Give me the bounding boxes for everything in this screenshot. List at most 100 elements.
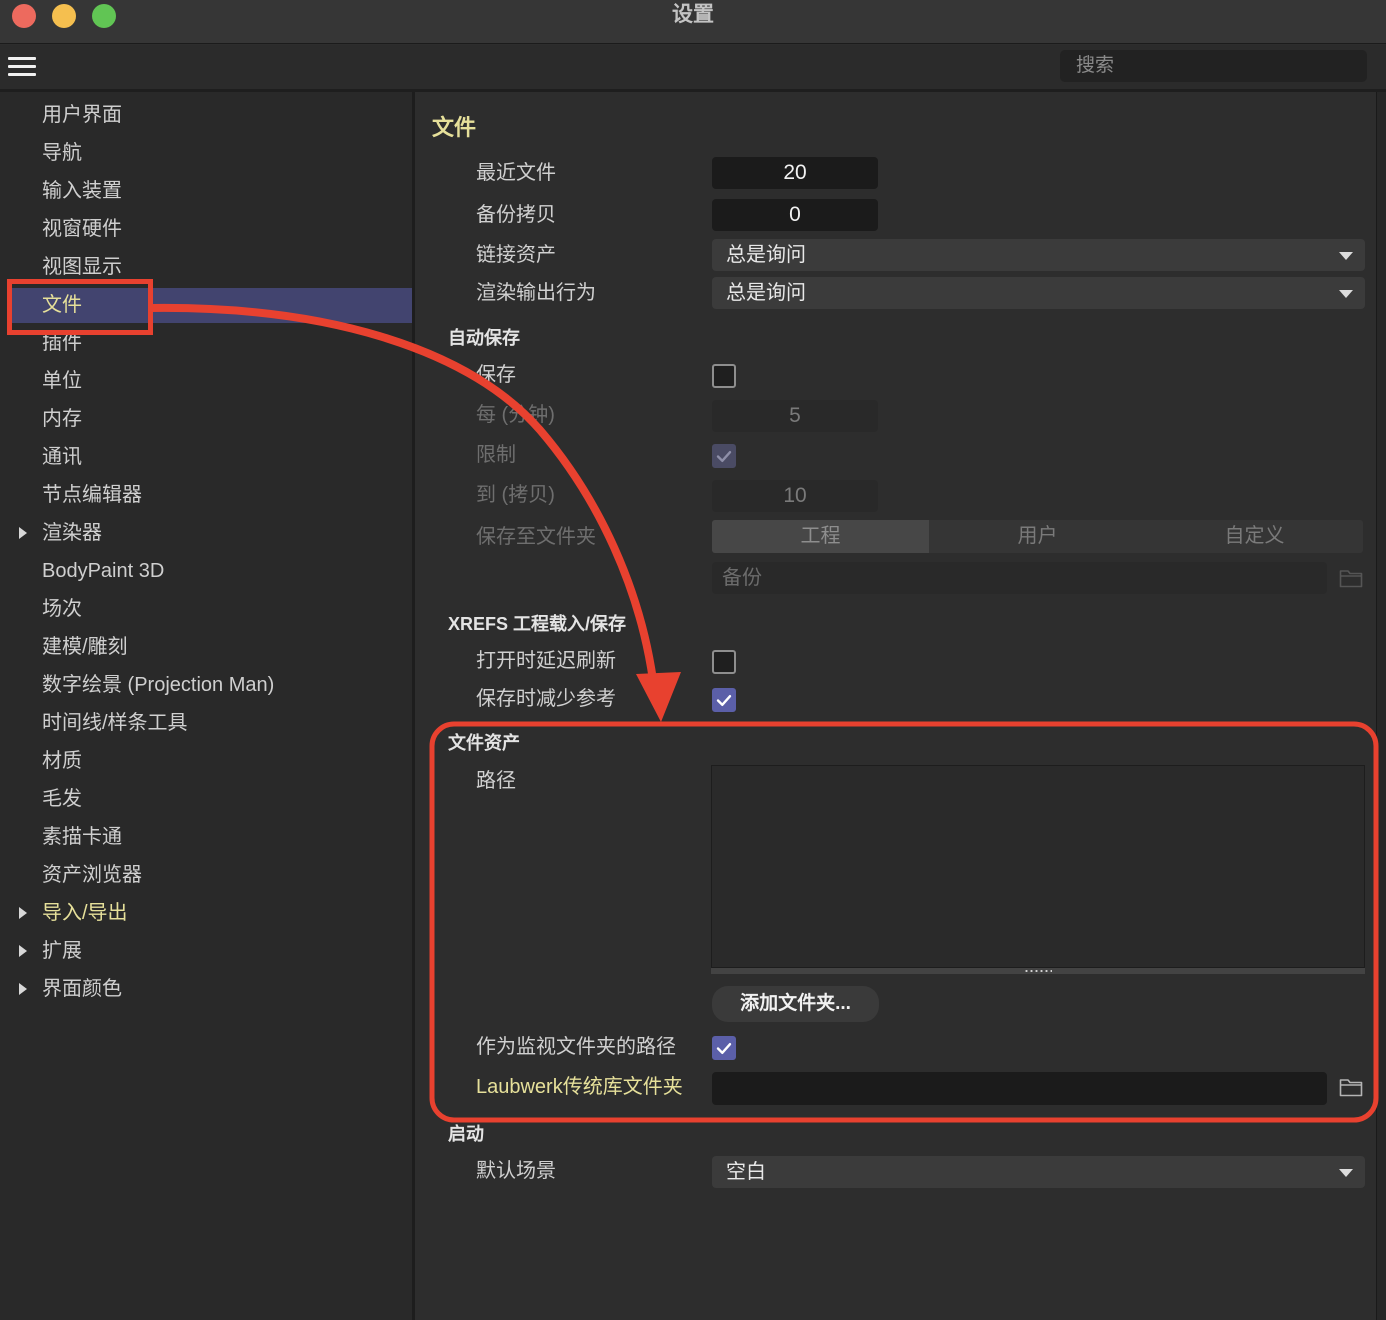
sidebar-item[interactable]: 场次	[8, 590, 412, 628]
autosave-interval-input[interactable]	[712, 400, 878, 432]
autosave-limit-label: 限制	[476, 444, 516, 466]
laubwerk-folder-label: Laubwerk传统库文件夹	[476, 1076, 683, 1098]
backup-copies-input[interactable]	[712, 199, 878, 231]
minimize-window-button[interactable]	[52, 4, 76, 28]
sidebar-item-label: 导航	[42, 142, 82, 164]
sidebar-item[interactable]: 通讯	[8, 438, 412, 476]
delay-refresh-checkbox[interactable]	[712, 650, 736, 674]
sidebar-item-label: 材质	[42, 750, 82, 772]
sidebar-item[interactable]: 扩展	[8, 932, 412, 970]
laubwerk-folder-input[interactable]	[712, 1072, 1327, 1105]
sidebar-item[interactable]: 毛发	[8, 780, 412, 818]
settings-window: 设置 用户界面导航输入装置视窗硬件视图显示文件插件单位内存通讯节点编辑器渲染器B…	[0, 0, 1386, 1320]
chevron-down-icon	[1339, 252, 1353, 260]
toolbar	[0, 45, 1386, 92]
sidebar-item[interactable]: 用户界面	[8, 96, 412, 134]
sidebar-item[interactable]: 界面颜色	[8, 970, 412, 1008]
default-scene-value: 空白	[726, 1161, 766, 1183]
autosave-max-copies-input[interactable]	[712, 480, 878, 512]
sidebar-item[interactable]: 插件	[8, 324, 412, 362]
sidebar-item-label: 内存	[42, 408, 82, 430]
sidebar-item[interactable]: 单位	[8, 362, 412, 400]
sidebar-item[interactable]: 渲染器	[8, 514, 412, 552]
hamburger-menu-icon[interactable]	[8, 56, 36, 78]
sidebar-item[interactable]: 数字绘景 (Projection Man)	[8, 666, 412, 704]
autosave-max-copies-label: 到 (拷贝)	[476, 484, 555, 506]
paths-list[interactable]	[711, 765, 1365, 968]
sidebar-item[interactable]: 导航	[8, 134, 412, 172]
render-output-label: 渲染输出行为	[476, 282, 596, 304]
recent-files-label: 最近文件	[476, 162, 556, 184]
window-title: 设置	[672, 3, 714, 26]
checkmark-icon	[716, 451, 732, 462]
reduce-refs-checkbox[interactable]	[712, 688, 736, 712]
save-to-folder-segmented: 工程 用户 自定义	[712, 520, 1363, 553]
checkmark-icon	[716, 695, 732, 706]
paths-list-resize-handle[interactable]	[711, 968, 1365, 974]
close-window-button[interactable]	[12, 4, 36, 28]
triangle-right-icon[interactable]	[19, 945, 27, 957]
sidebar-item-label: 场次	[42, 598, 82, 620]
title-bar: 设置	[0, 0, 1386, 44]
paths-label: 路径	[476, 770, 516, 792]
autosave-limit-checkbox[interactable]	[712, 444, 736, 468]
link-assets-label: 链接资产	[476, 244, 556, 266]
default-scene-dropdown[interactable]: 空白	[712, 1156, 1365, 1188]
triangle-right-icon[interactable]	[19, 907, 27, 919]
render-output-dropdown[interactable]: 总是询问	[712, 277, 1365, 309]
backup-folder-input[interactable]	[712, 562, 1327, 594]
chevron-down-icon	[1339, 1169, 1353, 1177]
watch-folders-checkbox[interactable]	[712, 1036, 736, 1060]
sidebar-item[interactable]: 材质	[8, 742, 412, 780]
autosave-label: 保存	[476, 364, 516, 386]
sidebar-item[interactable]: 内存	[8, 400, 412, 438]
startup-header: 启动	[448, 1124, 484, 1144]
sidebar-item[interactable]: 文件	[8, 286, 412, 324]
add-folder-button[interactable]: 添加文件夹...	[712, 986, 879, 1022]
triangle-right-icon[interactable]	[19, 983, 27, 995]
sidebar-item[interactable]: 素描卡通	[8, 818, 412, 856]
link-assets-dropdown[interactable]: 总是询问	[712, 239, 1365, 271]
folder-icon[interactable]	[1339, 1077, 1363, 1097]
delay-refresh-label: 打开时延迟刷新	[476, 650, 616, 672]
sidebar-item-label: 节点编辑器	[42, 484, 142, 506]
sidebar-item-label: 界面颜色	[42, 978, 122, 1000]
sidebar-item-label: 文件	[42, 294, 82, 316]
sidebar-item[interactable]: 输入装置	[8, 172, 412, 210]
watch-folders-label: 作为监视文件夹的路径	[476, 1036, 676, 1058]
triangle-right-icon[interactable]	[19, 527, 27, 539]
sidebar-item[interactable]: 资产浏览器	[8, 856, 412, 894]
autosave-checkbox[interactable]	[712, 364, 736, 388]
sidebar-item-label: 通讯	[42, 446, 82, 468]
sidebar-item[interactable]: 时间线/样条工具	[8, 704, 412, 742]
sidebar-item-label: 导入/导出	[42, 902, 128, 924]
render-output-value: 总是询问	[726, 282, 806, 304]
reduce-refs-label: 保存时减少参考	[476, 688, 616, 710]
checkmark-icon	[716, 1043, 732, 1054]
sidebar-item-label: 视窗硬件	[42, 218, 122, 240]
backup-copies-label: 备份拷贝	[476, 204, 556, 226]
link-assets-value: 总是询问	[726, 244, 806, 266]
sidebar-item-label: 单位	[42, 370, 82, 392]
folder-icon[interactable]	[1339, 568, 1363, 588]
sidebar-item-label: 素描卡通	[42, 826, 122, 848]
sidebar-item[interactable]: 节点编辑器	[8, 476, 412, 514]
recent-files-input[interactable]	[712, 157, 878, 189]
xrefs-header: XREFS 工程载入/保存	[448, 614, 627, 634]
zoom-window-button[interactable]	[92, 4, 116, 28]
segment-user[interactable]: 用户	[929, 520, 1146, 553]
scrollbar[interactable]	[1376, 92, 1386, 1320]
sidebar-item[interactable]: BodyPaint 3D	[8, 552, 412, 590]
sidebar-item-label: 时间线/样条工具	[42, 712, 188, 734]
default-scene-label: 默认场景	[476, 1160, 556, 1182]
search-input[interactable]	[1060, 50, 1367, 82]
sidebar: 用户界面导航输入装置视窗硬件视图显示文件插件单位内存通讯节点编辑器渲染器 Body…	[0, 92, 412, 1320]
save-to-folder-label: 保存至文件夹	[476, 526, 596, 548]
sidebar-item[interactable]: 视窗硬件	[8, 210, 412, 248]
sidebar-item[interactable]: 导入/导出	[8, 894, 412, 932]
sidebar-item[interactable]: 视图显示	[8, 248, 412, 286]
segment-project[interactable]: 工程	[712, 520, 929, 553]
sidebar-item[interactable]: 建模/雕刻	[8, 628, 412, 666]
sidebar-list: 用户界面导航输入装置视窗硬件视图显示文件插件单位内存通讯节点编辑器渲染器 Body…	[0, 96, 412, 1008]
segment-custom[interactable]: 自定义	[1146, 520, 1363, 553]
